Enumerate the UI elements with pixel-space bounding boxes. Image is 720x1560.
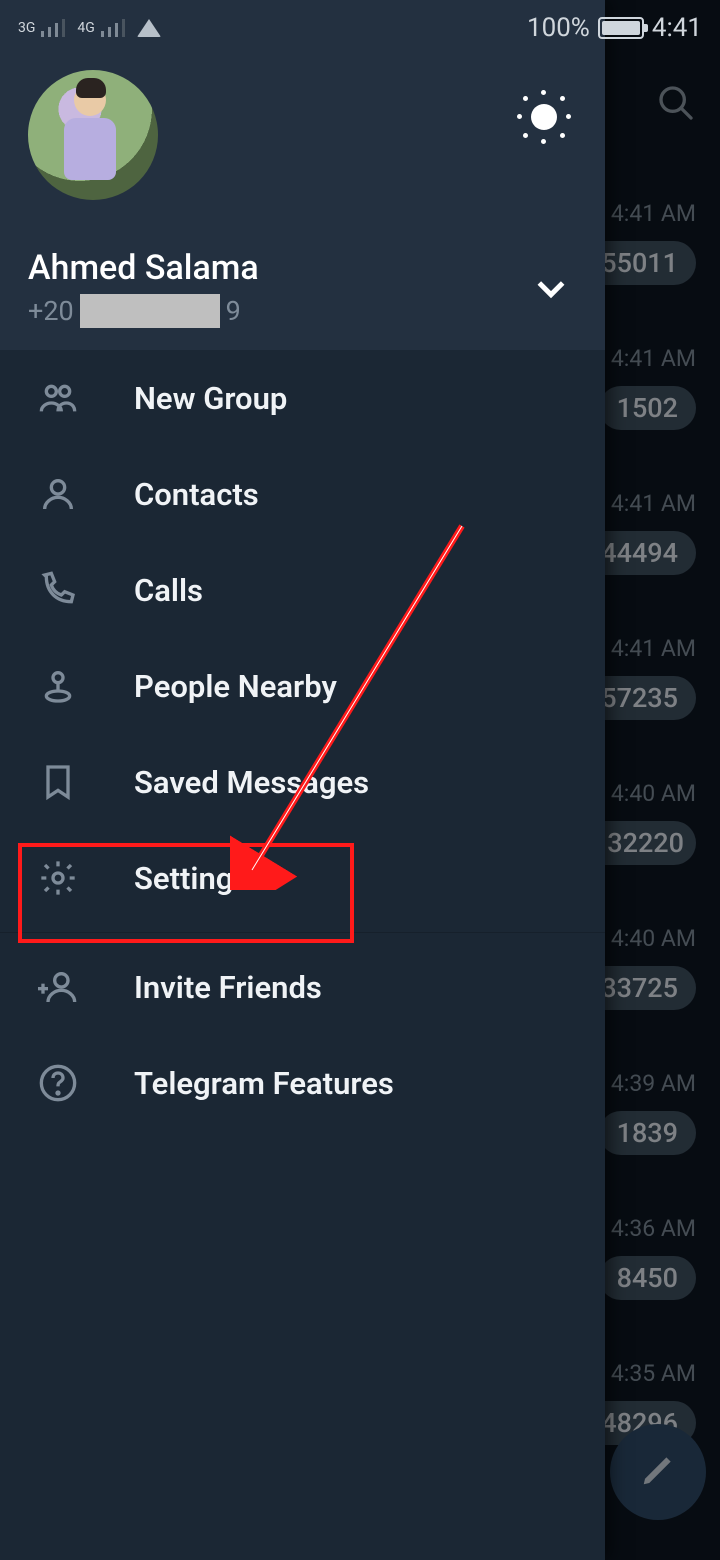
signal-icon: 3G	[18, 19, 65, 37]
menu-item-people-nearby[interactable]: People Nearby	[0, 638, 605, 734]
phone-tail: 9	[226, 295, 241, 327]
person-icon	[36, 474, 80, 514]
clock: 4:41	[652, 13, 702, 43]
wifi-icon	[137, 19, 161, 37]
user-phone: +20 9	[28, 294, 577, 328]
avatar[interactable]	[28, 70, 158, 200]
menu-label: Invite Friends	[134, 969, 322, 1006]
menu-item-invite-friends[interactable]: Invite Friends	[0, 939, 605, 1035]
menu-label: Settings	[134, 860, 249, 897]
phone-country-code: +20	[28, 295, 74, 327]
menu-item-telegram-features[interactable]: Telegram Features	[0, 1035, 605, 1131]
menu-item-calls[interactable]: Calls	[0, 542, 605, 638]
menu-label: Contacts	[134, 476, 259, 513]
menu-label: Saved Messages	[134, 764, 369, 801]
menu-label: New Group	[134, 380, 287, 417]
help-icon	[36, 1063, 80, 1103]
menu-item-new-group[interactable]: New Group	[0, 350, 605, 446]
phone-redacted	[80, 294, 220, 328]
menu-item-contacts[interactable]: Contacts	[0, 446, 605, 542]
signal-icon: 4G	[77, 19, 124, 37]
nearby-icon	[36, 666, 80, 706]
status-bar: 3G 4G 100% 4:41	[0, 0, 720, 55]
battery-percent: 100%	[527, 13, 590, 43]
phone-icon	[36, 570, 80, 610]
account-expand-button[interactable]	[531, 268, 571, 312]
theme-toggle-button[interactable]	[517, 90, 571, 144]
menu-label: Calls	[134, 572, 203, 609]
menu-item-saved-messages[interactable]: Saved Messages	[0, 734, 605, 830]
bookmark-icon	[36, 762, 80, 802]
menu-label: Telegram Features	[134, 1065, 394, 1102]
status-right: 100% 4:41	[527, 13, 702, 43]
status-left: 3G 4G	[18, 19, 161, 37]
group-icon	[36, 378, 80, 418]
sun-icon	[517, 90, 571, 144]
gear-icon	[36, 858, 80, 898]
chevron-down-icon	[531, 293, 571, 312]
menu-divider	[0, 932, 605, 933]
invite-icon	[36, 967, 80, 1007]
user-name: Ahmed Salama	[28, 248, 577, 288]
menu-item-settings[interactable]: Settings	[0, 830, 605, 926]
drawer-menu: New Group Contacts Calls People Nearby S…	[0, 350, 605, 1560]
navigation-drawer: Ahmed Salama +20 9 New Group Contacts	[0, 0, 605, 1560]
battery-icon	[598, 17, 644, 39]
menu-label: People Nearby	[134, 668, 337, 705]
